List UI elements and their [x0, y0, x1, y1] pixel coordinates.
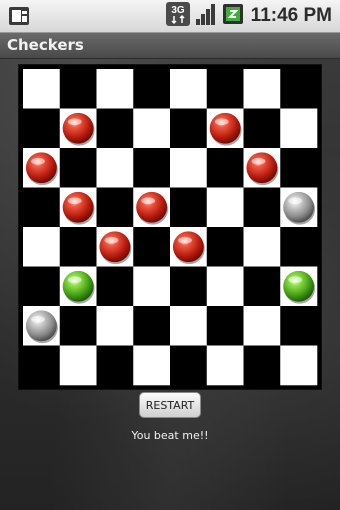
signal-strength-icon [195, 2, 217, 30]
board-square[interactable] [243, 108, 281, 149]
board-square[interactable] [133, 345, 171, 386]
checkers-board[interactable] [18, 64, 322, 390]
board-square[interactable] [280, 345, 318, 386]
status-icons: 3G 11:46 PM [165, 2, 332, 30]
board-square[interactable] [96, 345, 134, 386]
board-square[interactable] [96, 306, 134, 346]
board-square[interactable] [170, 306, 208, 346]
board-square[interactable] [206, 148, 244, 188]
board-square[interactable] [59, 227, 97, 267]
app-title-bar: Checkers [0, 33, 340, 59]
board-square[interactable] [133, 108, 171, 149]
board-square[interactable] [243, 345, 281, 386]
board-square[interactable] [23, 266, 61, 307]
board-square[interactable] [280, 69, 318, 109]
3g-data-icon: 3G [165, 2, 190, 30]
phone-notification-icon [8, 6, 30, 26]
board-square[interactable] [59, 148, 97, 188]
battery-icon [222, 2, 244, 30]
board-square[interactable] [23, 187, 61, 228]
board-square[interactable] [206, 227, 244, 267]
board-square[interactable] [243, 187, 281, 228]
board-square[interactable] [96, 187, 134, 228]
board-square[interactable] [280, 148, 318, 188]
board-square[interactable] [133, 306, 171, 346]
board-square[interactable] [280, 306, 318, 346]
board-square[interactable] [96, 108, 134, 149]
board-square[interactable] [206, 266, 244, 307]
board-square[interactable] [280, 108, 318, 149]
board-canvas[interactable] [19, 65, 321, 389]
network-type-label: 3G [171, 5, 185, 16]
status-bar: 3G 11:46 PM [0, 0, 340, 33]
board-square[interactable] [133, 148, 171, 188]
board-square[interactable] [59, 345, 97, 386]
board-square[interactable] [206, 345, 244, 386]
board-square[interactable] [23, 227, 61, 267]
board-square[interactable] [243, 306, 281, 346]
board-square[interactable] [23, 69, 61, 109]
board-square[interactable] [170, 69, 208, 109]
board-square[interactable] [206, 306, 244, 346]
game-result-message: You beat me!! [131, 429, 209, 442]
app-title: Checkers [7, 36, 84, 54]
board-square[interactable] [243, 266, 281, 307]
board-square[interactable] [280, 227, 318, 267]
board-square[interactable] [206, 69, 244, 109]
board-square[interactable] [243, 227, 281, 267]
restart-button[interactable]: RESTART [139, 392, 201, 418]
board-square[interactable] [170, 108, 208, 149]
board-square[interactable] [170, 187, 208, 228]
board-square[interactable] [96, 69, 134, 109]
board-square[interactable] [133, 227, 171, 267]
board-square[interactable] [133, 69, 171, 109]
board-square[interactable] [23, 108, 61, 149]
board-square[interactable] [206, 187, 244, 228]
board-square[interactable] [23, 345, 61, 386]
board-square[interactable] [59, 69, 97, 109]
board-square[interactable] [133, 266, 171, 307]
board-square[interactable] [96, 266, 134, 307]
game-area: RESTART You beat me!! [0, 59, 340, 510]
board-square[interactable] [170, 266, 208, 307]
board-square[interactable] [170, 148, 208, 188]
board-square[interactable] [243, 69, 281, 109]
board-square[interactable] [59, 306, 97, 346]
board-square[interactable] [96, 148, 134, 188]
board-square[interactable] [170, 345, 208, 386]
clock: 11:46 PM [250, 5, 332, 26]
